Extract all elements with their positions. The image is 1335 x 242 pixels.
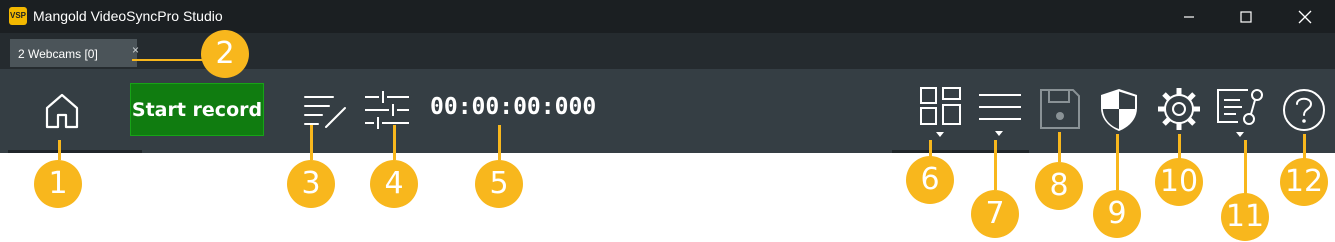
callout-leader bbox=[1116, 134, 1119, 190]
callout-leader bbox=[58, 140, 61, 160]
callout-leader bbox=[1058, 132, 1061, 162]
callout-badge: 8 bbox=[1035, 162, 1083, 210]
settings-sliders-button[interactable] bbox=[362, 86, 412, 134]
callout-badge: 2 bbox=[201, 30, 249, 78]
help-button[interactable] bbox=[1280, 86, 1328, 134]
tab-close-icon[interactable]: × bbox=[132, 43, 139, 57]
home-icon bbox=[45, 93, 79, 129]
start-record-button[interactable]: Start record bbox=[130, 83, 264, 136]
privacy-shield-button[interactable] bbox=[1096, 86, 1142, 134]
save-button[interactable] bbox=[1037, 86, 1083, 132]
workflow-button[interactable] bbox=[1214, 84, 1270, 140]
callout-badge: 12 bbox=[1280, 158, 1328, 206]
save-icon bbox=[1040, 89, 1080, 129]
home-button[interactable] bbox=[40, 88, 84, 132]
callout-leader bbox=[1303, 134, 1306, 160]
callout-leader bbox=[393, 125, 396, 160]
timecode-display: 00:00:00:000 bbox=[430, 94, 597, 120]
minimize-button[interactable] bbox=[1166, 0, 1212, 33]
title-bar: VSP Mangold VideoSyncPro Studio bbox=[0, 0, 1335, 33]
workflow-icon bbox=[1217, 89, 1263, 137]
close-icon bbox=[1298, 10, 1312, 23]
callout-leader bbox=[994, 140, 997, 190]
settings-sliders-icon bbox=[365, 91, 409, 129]
toolbar-divider bbox=[892, 150, 1029, 153]
callout-leader bbox=[1178, 134, 1181, 160]
layout-grid-icon bbox=[920, 87, 961, 137]
layout-grid-button[interactable] bbox=[915, 84, 965, 140]
callout-badge: 4 bbox=[370, 160, 418, 208]
callout-leader bbox=[1244, 140, 1247, 195]
toolbar-divider bbox=[8, 150, 142, 153]
callout-leader bbox=[310, 125, 313, 160]
maximize-icon bbox=[1240, 10, 1252, 23]
settings-button[interactable] bbox=[1154, 84, 1204, 134]
close-button[interactable] bbox=[1282, 0, 1328, 33]
callout-badge: 9 bbox=[1093, 190, 1141, 238]
tab-label: 2 Webcams [0] bbox=[18, 47, 98, 61]
app-logo-icon: VSP bbox=[9, 7, 27, 25]
callout-badge: 1 bbox=[34, 160, 82, 208]
list-menu-icon bbox=[979, 94, 1021, 136]
help-icon bbox=[1283, 89, 1325, 131]
callout-badge: 3 bbox=[287, 160, 335, 208]
callout-badge: 5 bbox=[475, 160, 523, 208]
callout-badge: 11 bbox=[1221, 193, 1269, 241]
edit-list-icon bbox=[304, 96, 346, 128]
callout-leader bbox=[498, 125, 501, 160]
shield-icon bbox=[1101, 89, 1137, 131]
list-menu-button[interactable] bbox=[975, 84, 1025, 140]
gear-icon bbox=[1158, 88, 1200, 130]
callout-leader bbox=[132, 59, 204, 61]
callout-badge: 6 bbox=[906, 156, 954, 204]
tab-2-webcams[interactable]: 2 Webcams [0] × bbox=[10, 39, 139, 67]
callout-badge: 7 bbox=[971, 190, 1019, 238]
window-title: Mangold VideoSyncPro Studio bbox=[33, 8, 223, 24]
minimize-icon bbox=[1184, 15, 1194, 18]
edit-list-button[interactable] bbox=[300, 86, 352, 134]
callout-badge: 10 bbox=[1155, 158, 1203, 206]
maximize-button[interactable] bbox=[1223, 0, 1269, 33]
